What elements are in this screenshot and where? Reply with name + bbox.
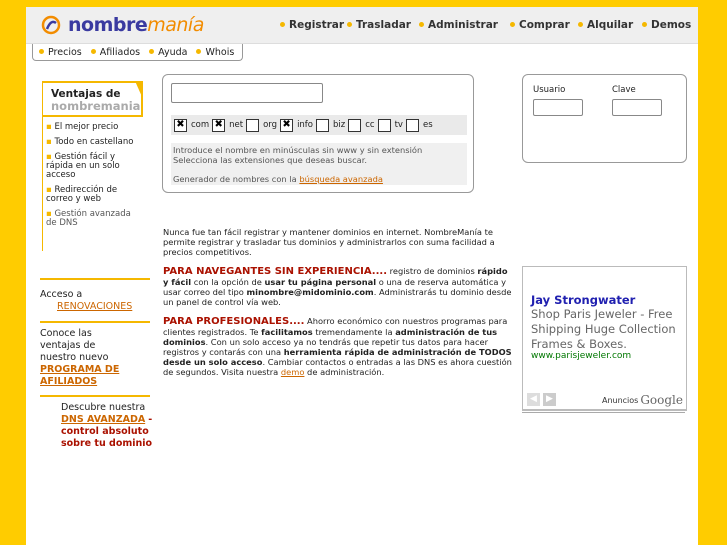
ext-net-option[interactable]: ✖ net <box>212 118 244 132</box>
sidebar-divider <box>40 395 150 397</box>
advanced-search-link[interactable]: búsqueda avanzada <box>299 174 383 184</box>
ad-divider <box>522 412 685 413</box>
renewals-prefix: Acceso a <box>40 289 83 300</box>
ext-label: org <box>263 120 278 130</box>
ad-url[interactable]: www.parisjeweler.com <box>531 351 631 361</box>
ext-label: info <box>297 120 314 130</box>
nav-trasladar[interactable]: Trasladar <box>347 19 411 31</box>
domain-input[interactable] <box>171 83 323 103</box>
ext-biz-option[interactable]: biz <box>316 118 346 132</box>
ext-cc-option[interactable]: cc <box>348 118 375 132</box>
password-input[interactable] <box>612 99 662 116</box>
ext-info-checkbox[interactable]: ✖ <box>280 118 294 132</box>
dns-link[interactable]: DNS AVANZADA <box>61 414 145 425</box>
benefit-item: ▪ Gestión avanzada de DNS <box>46 209 131 228</box>
affiliates-text: Conoce las ventajas de nuestro nuevo <box>40 328 109 363</box>
renewals-link[interactable]: RENOVACIONES <box>57 301 132 312</box>
ext-label: net <box>229 120 244 130</box>
subnav-ayuda[interactable]: Ayuda <box>149 47 187 58</box>
benefits-title: Ventajas de nombremania <box>43 81 143 117</box>
subnav-whois[interactable]: Whois <box>196 47 234 58</box>
ext-biz-checkbox[interactable] <box>316 118 330 132</box>
nav-registrar[interactable]: Registrar <box>280 19 344 31</box>
ad-next-icon[interactable]: ▶ <box>543 393 556 406</box>
ext-tv-checkbox[interactable] <box>377 118 391 132</box>
benefit-item: ▪ El mejor precio <box>46 122 119 132</box>
benefit-item: ▪ Gestión fácil y rápida en un solo acce… <box>46 152 120 180</box>
ext-info-option[interactable]: ✖ info <box>280 118 314 132</box>
sub-nav: Precios Afiliados Ayuda Whois <box>32 44 244 61</box>
user-label: Usuario <box>533 85 566 95</box>
extension-checkboxes: ✖ com ✖ net org ✖ info biz cc tv es <box>171 115 467 135</box>
logo-text: nombremanía <box>68 14 204 36</box>
pass-label: Clave <box>612 85 636 95</box>
search-hint: Introduce el nombre en minúsculas sin ww… <box>171 143 467 185</box>
nav-alquilar[interactable]: Alquilar <box>578 19 633 31</box>
ad-unit: Jay Strongwater Shop Paris Jeweler - Fre… <box>522 266 687 411</box>
ad-credit[interactable]: Anuncios Google <box>602 393 683 407</box>
sidebar-divider <box>40 278 150 280</box>
benefit-item: ▪ Redirección de correo y web <box>46 185 118 204</box>
subnav-precios[interactable]: Precios <box>39 47 82 58</box>
ext-label: com <box>191 120 210 130</box>
intro-paragraph: Nunca fue tan fácil registrar y mantener… <box>163 227 495 257</box>
ad-description: Shop Paris Jeweler - Free Shipping Huge … <box>531 307 676 351</box>
benefits-panel: Ventajas de nombremania ▪ El mejor preci… <box>42 81 143 251</box>
ad-prev-icon[interactable]: ◀ <box>527 393 540 406</box>
login-box: Usuario Clave <box>522 74 687 163</box>
header-bar: nombremanía Registrar Trasladar Administ… <box>26 7 698 44</box>
benefits-title-line2: nombremania <box>51 99 141 113</box>
ext-label: tv <box>394 120 403 130</box>
novice-paragraph: PARA NAVEGANTES SIN EXPERIENCIA.... regi… <box>163 266 512 307</box>
ad-title[interactable]: Jay Strongwater <box>531 293 635 307</box>
hint-line1: Introduce el nombre en minúsculas sin ww… <box>173 145 423 155</box>
ext-label: cc <box>365 120 375 130</box>
page: nombremanía Registrar Trasladar Administ… <box>26 7 698 545</box>
ext-cc-checkbox[interactable] <box>348 118 362 132</box>
main-content: Nunca fue tan fácil registrar y mantener… <box>163 227 515 386</box>
dns-block: Descubre nuestra DNS AVANZADA - control … <box>40 402 156 450</box>
generator-text: Generador de nombres con la <box>173 174 297 184</box>
nav-administrar[interactable]: Administrar <box>419 19 498 31</box>
nav-demos[interactable]: Demos <box>642 19 691 31</box>
domain-search-box: ✖ com ✖ net org ✖ info biz cc tv es Introduce el n… <box>162 74 474 193</box>
affiliates-block: Conoce las ventajas de nuestro nuevo PRO… <box>40 328 128 388</box>
logo[interactable]: nombremanía <box>40 12 204 38</box>
pro-paragraph: PARA PROFESIONALES.... Ahorro económico … <box>163 316 512 377</box>
ext-tv-option[interactable]: tv <box>377 118 403 132</box>
ext-net-checkbox[interactable]: ✖ <box>212 118 226 132</box>
sidebar-divider <box>40 321 150 323</box>
logo-swirl-icon <box>41 15 61 35</box>
user-input[interactable] <box>533 99 583 116</box>
ext-com-option[interactable]: ✖ com <box>174 118 210 132</box>
hint-line2: Selecciona las extensiones que deseas bu… <box>173 155 368 165</box>
demo-link[interactable]: demo <box>281 367 305 377</box>
ext-org-checkbox[interactable] <box>246 118 260 132</box>
ext-es-checkbox[interactable] <box>405 118 419 132</box>
subnav-afiliados[interactable]: Afiliados <box>90 47 140 58</box>
affiliates-link[interactable]: PROGRAMA DE AFILIADOS <box>40 364 119 387</box>
benefit-item: ▪ Todo en castellano <box>46 137 134 147</box>
renewals-block: Acceso a RENOVACIONES <box>40 289 140 313</box>
ext-com-checkbox[interactable]: ✖ <box>174 118 187 132</box>
dns-prefix: Descubre nuestra <box>61 402 146 413</box>
ext-label: es <box>422 120 433 130</box>
ext-label: biz <box>333 120 346 130</box>
nav-comprar[interactable]: Comprar <box>510 19 570 31</box>
ext-es-option[interactable]: es <box>405 118 433 132</box>
ext-org-option[interactable]: org <box>246 118 278 132</box>
benefits-list: ▪ El mejor precio ▪ Todo en castellano ▪… <box>43 117 143 228</box>
